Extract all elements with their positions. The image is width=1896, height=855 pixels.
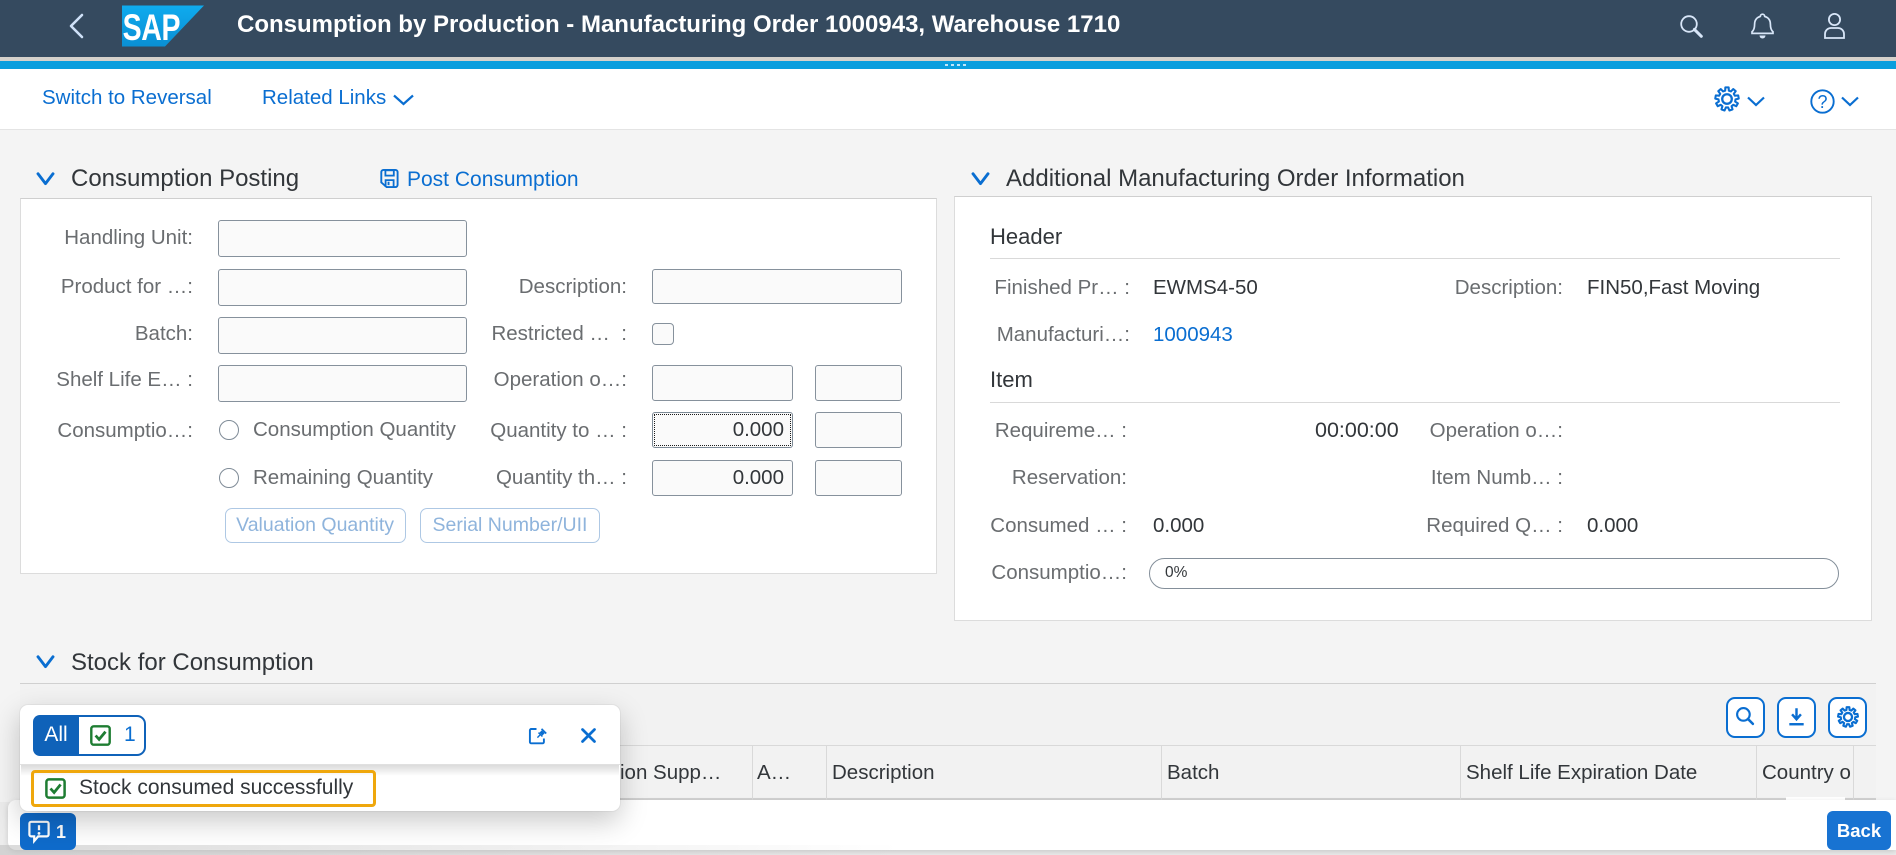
svg-text:?: ? xyxy=(1817,92,1827,112)
svg-text:SAP: SAP xyxy=(123,6,180,47)
